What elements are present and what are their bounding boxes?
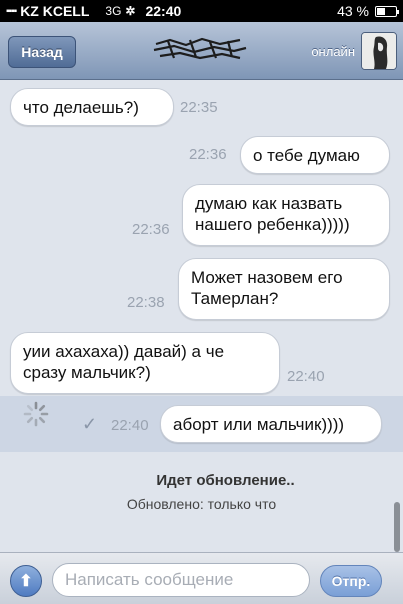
message-time: 22:40 [287, 368, 325, 385]
attach-button[interactable]: ⬆ [10, 565, 42, 597]
presence-status: онлайн [311, 44, 355, 59]
message-bubble-outgoing: Может назовем его Тамерлан? [178, 258, 390, 320]
message-input-bar: ⬆ Отпр. [0, 552, 403, 604]
message-time: 22:36 [132, 221, 170, 238]
avatar[interactable] [361, 32, 397, 70]
network-type: 3G [105, 4, 122, 18]
message-time: 22:35 [180, 99, 218, 116]
battery-icon [375, 5, 399, 17]
message-bubble-outgoing: аборт или мальчик)))) [160, 405, 382, 443]
message-time: 22:38 [127, 294, 165, 311]
message-bubble-incoming: уии ахахаха)) давай) а че сразу мальчик?… [10, 332, 280, 394]
activity-icon: ✲ [125, 4, 136, 18]
status-time: 22:40 [145, 3, 182, 19]
carrier-name: KZ KCELL [20, 3, 90, 19]
arrow-up-icon: ⬆ [19, 573, 33, 590]
message-bubble-incoming: что делаешь?) [10, 88, 174, 126]
update-status-title: Идет обновление.. [156, 472, 295, 489]
message-time: 22:36 [189, 146, 227, 163]
scrollbar[interactable] [394, 502, 400, 552]
update-status-subtitle: Обновлено: только что [126, 496, 277, 512]
message-time: 22:40 [111, 417, 149, 434]
battery-percent: 43 % [337, 3, 369, 19]
message-bubble-outgoing: о тебе думаю [240, 136, 390, 174]
status-bar: ▪▪▪▪ KZ KCELL 3G ✲ 22:40 43 % [0, 0, 403, 22]
loading-spinner-icon [23, 401, 49, 427]
send-button[interactable]: Отпр. [320, 565, 382, 597]
delivered-check-icon: ✓ [82, 414, 98, 434]
signal-strength-icon: ▪▪▪▪ [6, 5, 17, 17]
message-input[interactable] [52, 563, 310, 597]
navigation-bar: Назад онлайн [0, 22, 403, 80]
back-button[interactable]: Назад [8, 36, 76, 68]
contact-name-redacted [153, 37, 247, 60]
message-bubble-outgoing: думаю как назвать нашего ребенка))))) [182, 184, 390, 246]
